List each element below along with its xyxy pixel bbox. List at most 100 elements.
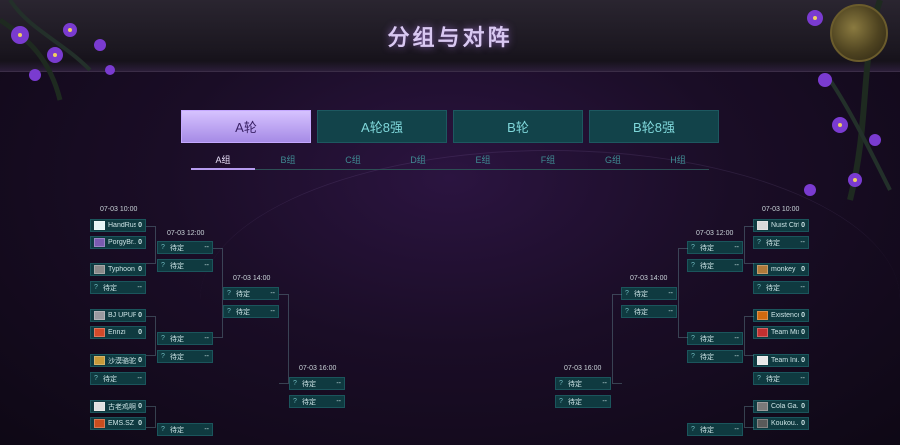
- left-r1-slot-8[interactable]: ? 待定 --: [90, 372, 146, 385]
- bracket-connector: [744, 406, 754, 428]
- team-score: 0: [138, 222, 142, 229]
- match-time-right-r3: 07-03 14:00: [630, 275, 668, 282]
- bracket-connector: [678, 248, 688, 338]
- group-tab-6[interactable]: F组: [516, 153, 580, 170]
- right-r2-slot-5[interactable]: ? 待定 --: [687, 423, 743, 436]
- team-score: 0: [801, 403, 805, 410]
- team-name: 待定: [236, 308, 250, 316]
- team-score: --: [800, 375, 805, 382]
- right-r1-slot-3[interactable]: monkey 0: [753, 263, 809, 276]
- left-r2-slot-5[interactable]: ? 待定 --: [157, 423, 213, 436]
- right-r1-slot-7[interactable]: Team Ini...0: [753, 354, 809, 367]
- unknown-team-mark: ?: [94, 375, 98, 382]
- right-r1-slot-9[interactable]: Cola Ga...0: [753, 400, 809, 413]
- group-tab-4[interactable]: D组: [386, 153, 450, 170]
- round-tab-3[interactable]: B轮: [453, 110, 583, 143]
- left-r1-slot-1[interactable]: HandRush0: [90, 219, 146, 232]
- right-r1-slot-10[interactable]: Koukou... 0: [753, 417, 809, 430]
- right-r2-slot-1[interactable]: ? 待定 --: [687, 241, 743, 254]
- unknown-team-mark: ?: [691, 353, 695, 360]
- unknown-team-mark: ?: [293, 398, 297, 405]
- bjupup-logo-icon: [94, 311, 105, 320]
- group-tab-5[interactable]: E组: [451, 153, 515, 170]
- unknown-team-mark: ?: [625, 308, 629, 315]
- right-r1-slot-5[interactable]: Existence 0: [753, 309, 809, 322]
- unknown-team-mark: ?: [691, 244, 695, 251]
- unknown-team-mark: ?: [161, 353, 165, 360]
- left-r1-slot-10[interactable]: EMS.SZ 0: [90, 417, 146, 430]
- right-r1-slot-1[interactable]: Nuist Ctrl 0: [753, 219, 809, 232]
- team-score: --: [270, 290, 275, 297]
- team-name: Koukou...: [771, 420, 800, 427]
- right-r4-slot-2[interactable]: ? 待定 --: [555, 395, 611, 408]
- left-r1-slot-6[interactable]: Ennzi 0: [90, 326, 146, 339]
- left-r1-slot-3[interactable]: Typhoon 0: [90, 263, 146, 276]
- right-r1-slot-4[interactable]: ? 待定 --: [753, 281, 809, 294]
- right-r1-slot-2[interactable]: ? 待定 --: [753, 236, 809, 249]
- round-tab-1[interactable]: A轮: [181, 110, 311, 143]
- team-name: PorgyBr...: [108, 239, 137, 246]
- team-name: 待定: [700, 262, 714, 270]
- team-name: 待定: [170, 353, 184, 361]
- team-name: Ennzi: [108, 329, 126, 336]
- team-score: --: [204, 426, 209, 433]
- left-r3-slot-2[interactable]: ? 待定 --: [223, 305, 279, 318]
- right-r2-slot-2[interactable]: ? 待定 --: [687, 259, 743, 272]
- team-score: --: [204, 335, 209, 342]
- round-tab-4[interactable]: B轮8强: [589, 110, 719, 143]
- right-r1-slot-8[interactable]: ? 待定 --: [753, 372, 809, 385]
- team-score: 0: [138, 329, 142, 336]
- flower-decoration-left-icon: [0, 0, 115, 101]
- team-name: Cola Ga...: [771, 403, 799, 410]
- group-tab-7[interactable]: G组: [581, 153, 645, 170]
- right-r3-slot-2[interactable]: ? 待定 --: [621, 305, 677, 318]
- team-score: --: [204, 262, 209, 269]
- group-tab-3[interactable]: C组: [321, 153, 385, 170]
- team-score: --: [336, 380, 341, 387]
- unknown-team-mark: ?: [161, 335, 165, 342]
- bracket-connector: [146, 226, 156, 264]
- team-name: 待定: [766, 239, 780, 247]
- group-tab-8[interactable]: H组: [646, 153, 710, 170]
- match-time-left-r2: 07-03 12:00: [167, 230, 205, 237]
- bracket-connector: [146, 406, 156, 428]
- left-r1-slot-9[interactable]: 古老鸡啊 0: [90, 400, 146, 413]
- left-r4-slot-2[interactable]: ? 待定 --: [289, 395, 345, 408]
- left-r1-slot-4[interactable]: ? 待定 --: [90, 281, 146, 294]
- teamini-logo-icon: [757, 356, 768, 365]
- round-tab-2[interactable]: A轮8强: [317, 110, 447, 143]
- left-r1-slot-7[interactable]: 沙漠骆驼 0: [90, 354, 146, 367]
- team-name: 待定: [700, 244, 714, 252]
- team-score: --: [602, 380, 607, 387]
- team-score: --: [602, 398, 607, 405]
- team-score: --: [137, 375, 142, 382]
- left-r2-slot-4[interactable]: ? 待定 --: [157, 350, 213, 363]
- left-r2-slot-3[interactable]: ? 待定 --: [157, 332, 213, 345]
- left-r2-slot-1[interactable]: ? 待定 --: [157, 241, 213, 254]
- team-score: --: [270, 308, 275, 315]
- team-name: 待定: [766, 375, 780, 383]
- right-r1-slot-6[interactable]: Team Mix 0: [753, 326, 809, 339]
- team-name: 待定: [103, 375, 117, 383]
- left-r2-slot-2[interactable]: ? 待定 --: [157, 259, 213, 272]
- team-name: 待定: [170, 262, 184, 270]
- group-tab-2[interactable]: B组: [256, 153, 320, 170]
- team-score: --: [204, 353, 209, 360]
- handrush-logo-icon: [94, 221, 105, 230]
- left-r3-slot-1[interactable]: ? 待定 --: [223, 287, 279, 300]
- koukou-logo-icon: [757, 419, 768, 428]
- bracket-connector: [612, 294, 622, 384]
- left-r1-slot-2[interactable]: PorgyBr... 0: [90, 236, 146, 249]
- team-score: --: [800, 284, 805, 291]
- right-r2-slot-4[interactable]: ? 待定 --: [687, 350, 743, 363]
- team-name: 待定: [634, 290, 648, 298]
- left-r4-slot-1[interactable]: ? 待定 --: [289, 377, 345, 390]
- team-score: 0: [138, 312, 142, 319]
- group-tab-1[interactable]: A组: [191, 153, 255, 170]
- right-r4-slot-1[interactable]: ? 待定 --: [555, 377, 611, 390]
- left-r1-slot-5[interactable]: BJ UPUP...0: [90, 309, 146, 322]
- right-r3-slot-1[interactable]: ? 待定 --: [621, 287, 677, 300]
- team-score: 0: [138, 266, 142, 273]
- unknown-team-mark: ?: [94, 284, 98, 291]
- right-r2-slot-3[interactable]: ? 待定 --: [687, 332, 743, 345]
